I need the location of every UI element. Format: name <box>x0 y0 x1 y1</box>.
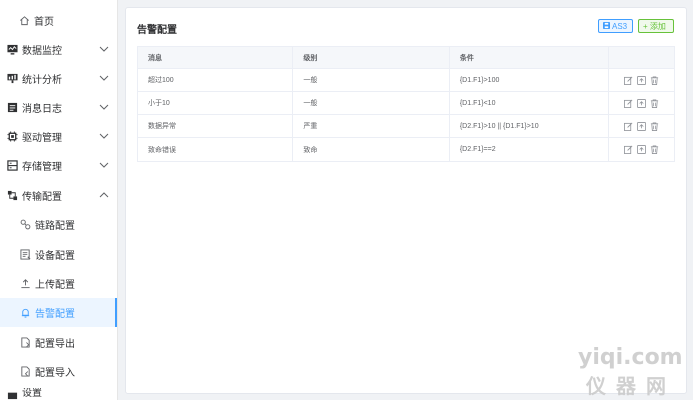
row-actions <box>608 138 674 161</box>
upload-row-icon[interactable] <box>637 145 647 154</box>
sidebar-item-label: 存储管理 <box>22 162 62 173</box>
watermark: yiqi.com 仪器网 <box>578 345 690 398</box>
home-icon <box>18 15 30 27</box>
delete-icon[interactable] <box>650 98 659 108</box>
upload-row-icon[interactable] <box>637 121 647 131</box>
table-row: 超过100 一般 {D1.F1}>100 <box>138 69 674 92</box>
cell-message: 致命错误 <box>148 146 176 154</box>
edit-icon[interactable] <box>624 122 633 131</box>
chevron-up-icon <box>99 192 109 198</box>
import-icon <box>19 366 31 378</box>
table-row: 致命错误 致命 {D2.F1}==2 <box>138 138 674 161</box>
chevron-down-icon <box>99 162 109 168</box>
add-button[interactable]: + 添加 <box>638 19 674 33</box>
table-row: 数据异常 严重 {D2.F1}>10 || {D1.F1}>10 <box>138 115 674 138</box>
chip-icon <box>6 131 18 143</box>
upload-row-icon[interactable] <box>637 75 647 85</box>
delete-icon[interactable] <box>650 121 659 131</box>
sidebar-item-import-config[interactable]: 配置导入 <box>0 357 117 386</box>
sidebar-item-label: 消息日志 <box>22 104 62 115</box>
chevron-down-icon <box>99 75 109 81</box>
column-header-condition: 条件 <box>448 47 608 68</box>
as3-button[interactable]: AS3 <box>598 19 633 33</box>
cell-level: 严重 <box>292 115 448 137</box>
alarm-icon <box>19 307 31 319</box>
cell-condition: {D2.F1}==2 <box>448 138 608 161</box>
row-actions <box>608 69 674 91</box>
sidebar-item-label: 配置导入 <box>35 368 75 379</box>
watermark-url: yiqi.com <box>578 345 683 370</box>
sidebar-item-logs[interactable]: 消息日志 <box>0 93 117 122</box>
save-icon <box>603 21 610 31</box>
sidebar-item-transfer[interactable]: 传输配置 <box>0 181 117 210</box>
chevron-down-icon <box>99 133 109 139</box>
export-icon <box>19 337 31 349</box>
cell-condition: {D1.F1}>100 <box>448 69 608 91</box>
sidebar-item-link-config[interactable]: 链路配置 <box>0 210 117 239</box>
sidebar-item-home[interactable]: 首页 <box>0 6 117 35</box>
cell-condition: {D1.F1}<10 <box>448 92 608 114</box>
sidebar-item-label: 配置导出 <box>35 339 75 350</box>
sidebar-item-device-config[interactable]: 设备配置 <box>0 240 117 269</box>
row-actions <box>608 115 674 137</box>
table-row: 小于10 一般 {D1.F1}<10 <box>138 92 674 115</box>
page-title: 告警配置 <box>137 25 177 36</box>
sidebar-item-label: 设置 <box>22 388 42 399</box>
column-header-level: 级别 <box>292 47 448 68</box>
cell-condition: {D2.F1}>10 || {D1.F1}>10 <box>448 115 608 137</box>
edit-icon[interactable] <box>624 145 633 154</box>
sidebar-item-label: 链路配置 <box>35 221 75 232</box>
upload-row-icon[interactable] <box>637 98 647 108</box>
cell-level: 一般 <box>292 92 448 114</box>
chevron-down-icon <box>99 104 109 110</box>
transfer-icon <box>6 190 18 202</box>
chart-icon <box>6 73 18 85</box>
sidebar-item-storage[interactable]: 存储管理 <box>0 151 117 180</box>
sidebar-item-label: 告警配置 <box>35 309 75 320</box>
edit-icon[interactable] <box>624 99 633 108</box>
sidebar-item-label: 数据监控 <box>22 46 62 57</box>
chevron-down-icon <box>99 46 109 52</box>
sidebar-item-label: 首页 <box>34 17 54 28</box>
cell-level: 致命 <box>292 138 448 161</box>
sidebar-item-alarm-config[interactable]: 告警配置 <box>0 298 117 327</box>
edit-icon[interactable] <box>624 76 633 85</box>
cell-level: 一般 <box>292 69 448 91</box>
alarm-config-card: 告警配置 AS3 + 添加 消息 级别 条件 超过100 一般 {D1.F1}>… <box>125 7 687 394</box>
monitor-icon <box>6 44 18 56</box>
upload-icon <box>19 278 31 290</box>
add-button-label: + 添加 <box>643 21 666 31</box>
row-actions <box>608 92 674 114</box>
as3-button-label: AS3 <box>612 21 628 31</box>
sidebar-item-label: 传输配置 <box>22 192 62 203</box>
sidebar-item-label: 驱动管理 <box>22 133 62 144</box>
sidebar-item-monitor[interactable]: 数据监控 <box>0 35 117 64</box>
alarm-table: 消息 级别 条件 超过100 一般 {D1.F1}>100 小于10 一般 {D… <box>137 46 675 162</box>
device-icon <box>19 249 31 261</box>
cell-message: 小于10 <box>148 100 170 107</box>
sidebar-item-upload-config[interactable]: 上传配置 <box>0 269 117 298</box>
sidebar: 首页 数据监控 统计分析 消息日志 驱动管理 存储管理 传输配置 链路配置 设备… <box>0 0 118 400</box>
column-header-message: 消息 <box>148 54 162 62</box>
settings-icon <box>6 388 18 400</box>
cell-message: 数据异常 <box>148 123 176 130</box>
sidebar-item-settings[interactable]: 设置 <box>0 388 117 400</box>
sidebar-item-label: 上传配置 <box>35 280 75 291</box>
sidebar-item-label: 统计分析 <box>22 75 62 86</box>
cell-message: 超过100 <box>148 77 174 84</box>
sidebar-item-stats[interactable]: 统计分析 <box>0 64 117 93</box>
log-icon <box>6 102 18 114</box>
sidebar-item-drivers[interactable]: 驱动管理 <box>0 122 117 151</box>
watermark-brand: 仪器网 <box>586 374 676 398</box>
link-icon <box>19 219 31 231</box>
sidebar-item-label: 设备配置 <box>35 251 75 262</box>
table-header: 消息 级别 条件 <box>138 47 674 69</box>
column-header-actions <box>608 47 674 68</box>
storage-icon <box>6 160 18 172</box>
delete-icon[interactable] <box>650 145 659 154</box>
delete-icon[interactable] <box>650 75 659 85</box>
sidebar-item-export-config[interactable]: 配置导出 <box>0 328 117 357</box>
